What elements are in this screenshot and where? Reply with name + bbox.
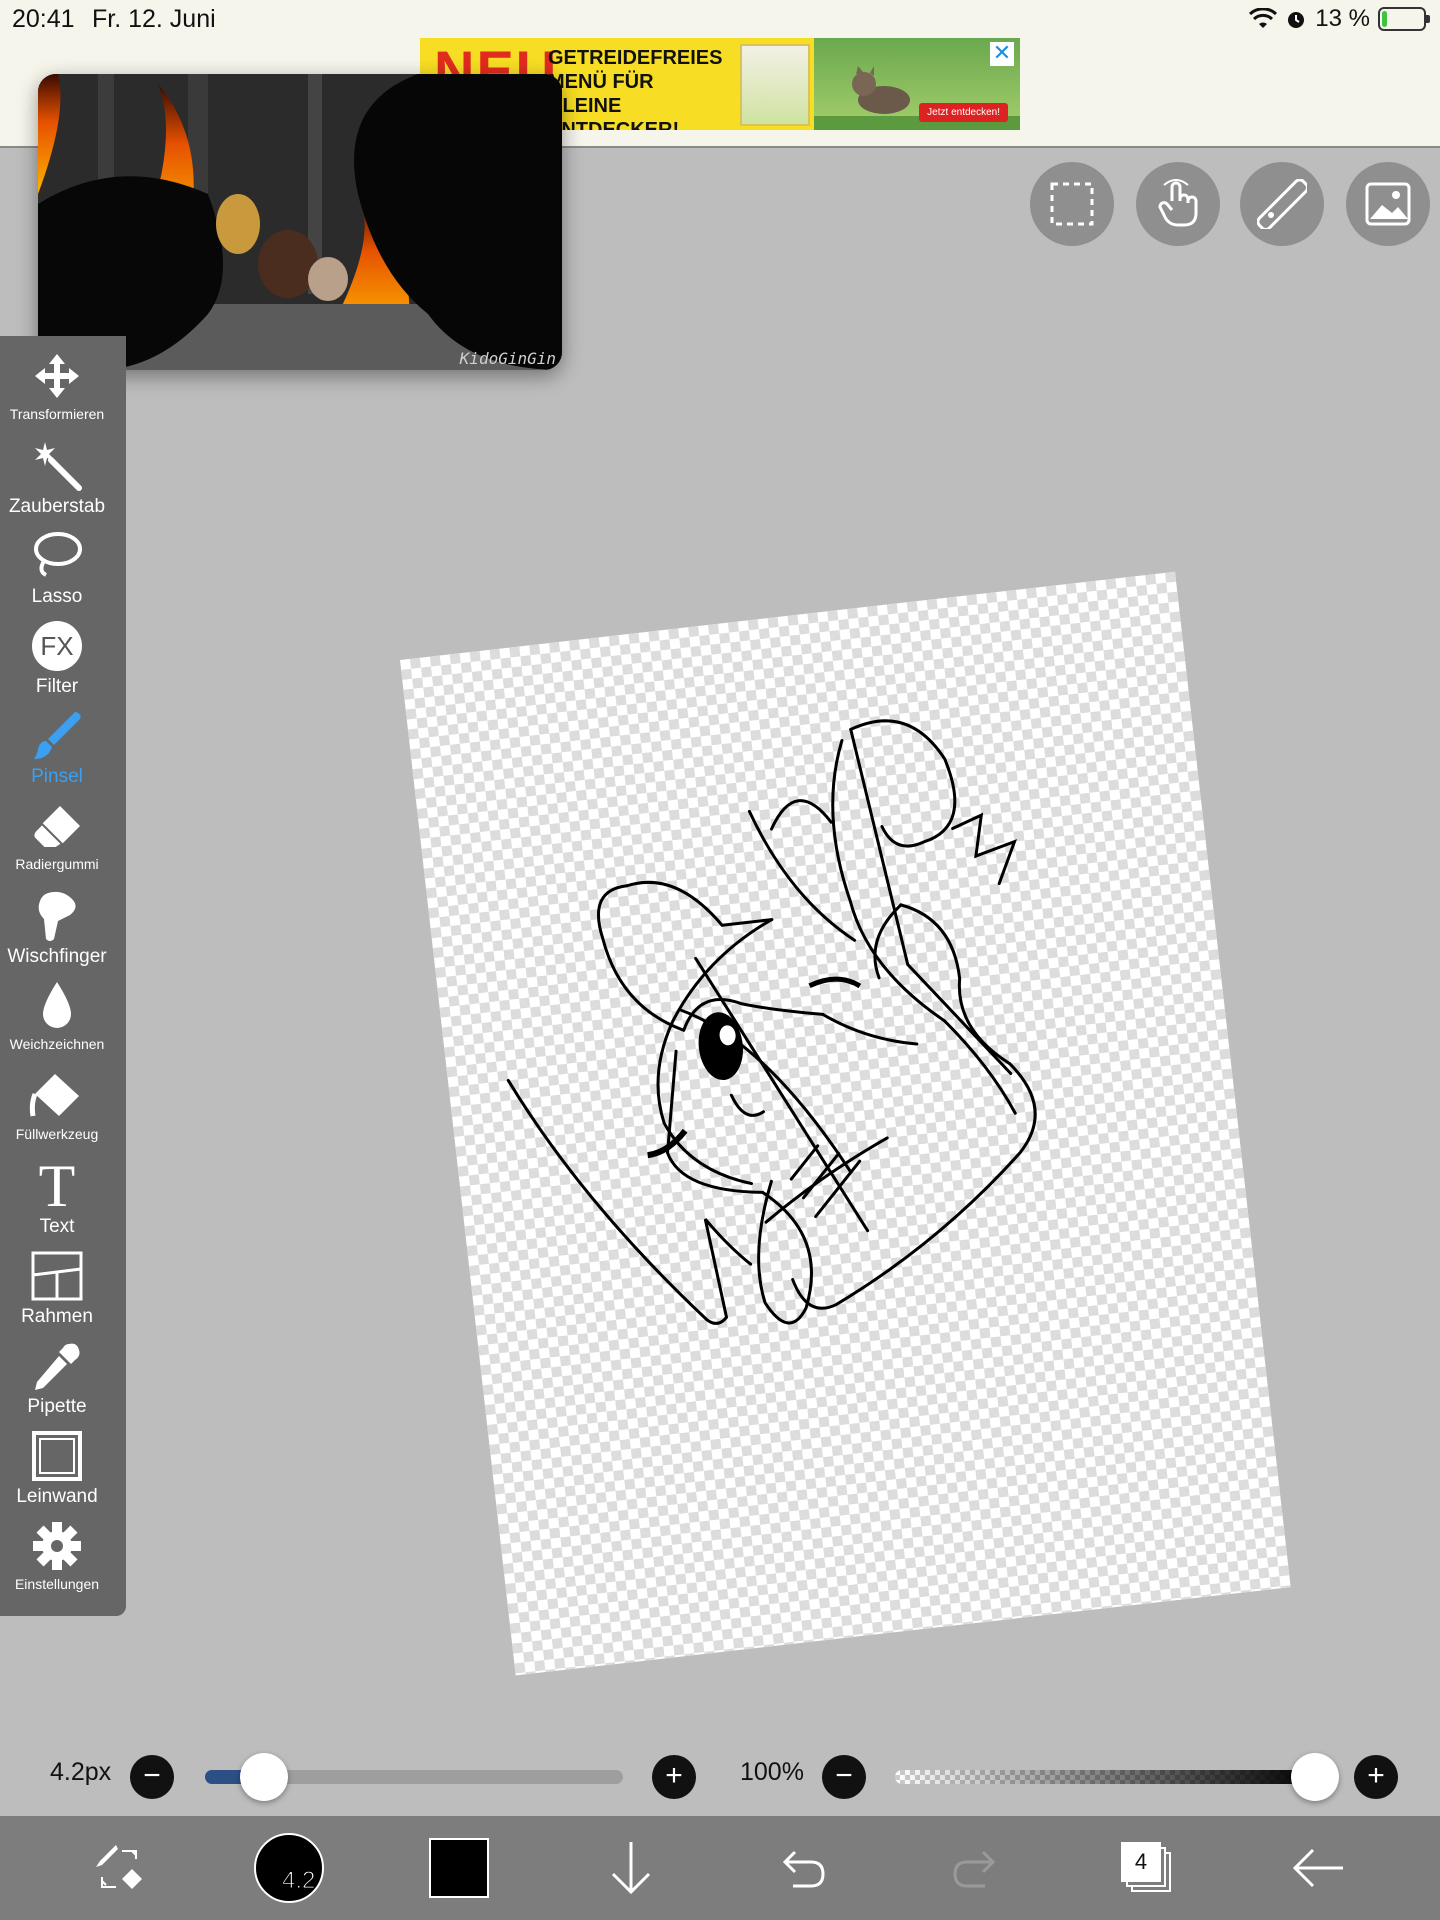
touch-button[interactable] — [1136, 162, 1220, 246]
brush-icon — [27, 708, 87, 764]
canvas-icon — [27, 1428, 87, 1484]
tool-eyedropper[interactable]: Pipette — [0, 1338, 114, 1428]
blur-drop-icon — [27, 978, 87, 1034]
battery-fill — [1382, 11, 1388, 27]
opacity-increase-button[interactable]: + — [1354, 1755, 1398, 1799]
battery-percent: 13 % — [1315, 5, 1370, 32]
tool-label: Lasso — [31, 586, 83, 607]
tool-brush[interactable]: Pinsel — [0, 708, 114, 798]
eyedropper-icon — [27, 1338, 87, 1394]
tool-label: Radiergummi — [15, 856, 99, 872]
smudge-icon — [27, 888, 87, 944]
tool-blur[interactable]: Weichzeichnen — [0, 978, 114, 1068]
ad-cta[interactable]: Jetzt entdecken! — [919, 103, 1008, 122]
color-button[interactable] — [404, 1816, 514, 1920]
selection-button[interactable] — [1030, 162, 1114, 246]
brush-preview: 4.2 — [254, 1833, 324, 1903]
brush-sliders: 4.2px − + 100% − + — [0, 1742, 1440, 1812]
back-button[interactable] — [1264, 1816, 1374, 1920]
tool-sidebar: Transformieren Zauberstab Lasso FX Filte… — [0, 336, 126, 1616]
tool-smudge[interactable]: Wischfinger — [0, 888, 114, 978]
status-time: 20:41 — [12, 5, 75, 33]
tool-label: Rahmen — [21, 1306, 93, 1327]
bottom-toolbar: 4.2 4 — [0, 1816, 1440, 1920]
quick-switch-button[interactable] — [64, 1816, 174, 1920]
brush-size-decrease-button[interactable]: − — [130, 1755, 174, 1799]
text-icon: T — [38, 1153, 76, 1219]
drawing-canvas[interactable] — [400, 571, 1291, 1676]
tool-label: Zauberstab — [8, 496, 106, 517]
arrow-down-icon — [611, 1842, 651, 1895]
brush-size-value: 4.2px — [50, 1758, 112, 1786]
tool-label: Transformieren — [9, 406, 105, 422]
wifi-icon — [1249, 8, 1278, 28]
brush-size-preview-button[interactable]: 4.2 — [234, 1816, 344, 1920]
video-watermark: KidoGinGin — [459, 349, 556, 368]
tool-transform[interactable]: Transformieren — [0, 348, 114, 438]
ad-text: GETREIDEFREIES MENÜ FÜR KLEINE ENTDECKER… — [548, 47, 723, 130]
tool-settings[interactable]: Einstellungen — [0, 1518, 114, 1608]
fill-bucket-icon — [27, 1068, 87, 1124]
reference-image-button[interactable] — [1346, 162, 1430, 246]
brush-size-slider[interactable] — [205, 1753, 623, 1801]
brush-size-increase-button[interactable]: + — [652, 1755, 696, 1799]
tool-canvas[interactable]: Leinwand — [0, 1428, 114, 1518]
ruler-button[interactable] — [1240, 162, 1324, 246]
tool-label: Einstellungen — [14, 1576, 100, 1592]
redo-icon — [953, 1850, 996, 1888]
lineart-sketch — [506, 719, 1037, 1325]
alarm-icon — [1288, 12, 1305, 28]
redo-button[interactable] — [920, 1816, 1030, 1920]
lasso-icon — [27, 528, 87, 584]
arrow-left-icon — [1292, 1848, 1343, 1888]
magic-wand-icon — [27, 438, 87, 494]
fx-icon: FX — [27, 618, 87, 674]
tool-text[interactable]: T Text — [0, 1153, 114, 1248]
ruler-icon — [1257, 179, 1307, 229]
tool-eraser[interactable]: Radiergummi — [0, 798, 114, 888]
video-frame — [38, 74, 562, 370]
status-right: 13 % — [1249, 5, 1430, 33]
opacity-slider-thumb[interactable] — [1291, 1753, 1339, 1801]
undo-button[interactable] — [748, 1816, 858, 1920]
gear-icon — [27, 1518, 87, 1574]
selection-icon — [1050, 182, 1094, 226]
download-button[interactable] — [576, 1816, 686, 1920]
touch-icon — [1158, 179, 1198, 227]
battery-icon — [1378, 7, 1430, 31]
opacity-value: 100% — [740, 1758, 804, 1786]
tool-frame[interactable]: Rahmen — [0, 1248, 114, 1338]
eraser-icon — [27, 798, 87, 854]
layers-button[interactable]: 4 — [1092, 1816, 1202, 1920]
brush-preview-value: 4.2 — [281, 1867, 316, 1895]
color-swatch — [429, 1838, 489, 1898]
status-date: Fr. 12. Juni — [92, 5, 216, 33]
tool-fill[interactable]: Füllwerkzeug — [0, 1068, 114, 1158]
layer-count: 4 — [1121, 1842, 1161, 1882]
opacity-slider[interactable] — [895, 1753, 1339, 1801]
picture-in-picture-video[interactable]: KidoGinGin — [38, 74, 562, 370]
tool-label: Weichzeichnen — [9, 1036, 105, 1052]
tool-label: Pipette — [27, 1396, 87, 1417]
tool-magic-wand[interactable]: Zauberstab — [0, 438, 114, 528]
canvas-surface[interactable] — [400, 571, 1291, 1676]
tool-label: Pinsel — [31, 766, 83, 787]
brush-size-slider-thumb[interactable] — [239, 1753, 288, 1801]
tool-label: Leinwand — [16, 1486, 98, 1507]
ad-product-image — [740, 44, 810, 126]
frame-icon — [27, 1248, 87, 1304]
tool-label: Text — [39, 1216, 75, 1237]
tool-label: Filter — [35, 676, 79, 697]
opacity-decrease-button[interactable]: − — [822, 1755, 866, 1799]
ad-close-button[interactable]: ✕ — [990, 42, 1014, 66]
tool-label: Wischfinger — [7, 946, 107, 967]
move-icon — [27, 348, 87, 404]
image-icon — [1365, 182, 1411, 226]
tool-label: Füllwerkzeug — [15, 1126, 99, 1142]
layers-icon: 4 — [1121, 1842, 1173, 1894]
brush-eraser-swap-icon — [96, 1845, 142, 1889]
tool-lasso[interactable]: Lasso — [0, 528, 114, 618]
tool-filter[interactable]: FX Filter — [0, 618, 114, 708]
undo-icon — [782, 1850, 825, 1888]
